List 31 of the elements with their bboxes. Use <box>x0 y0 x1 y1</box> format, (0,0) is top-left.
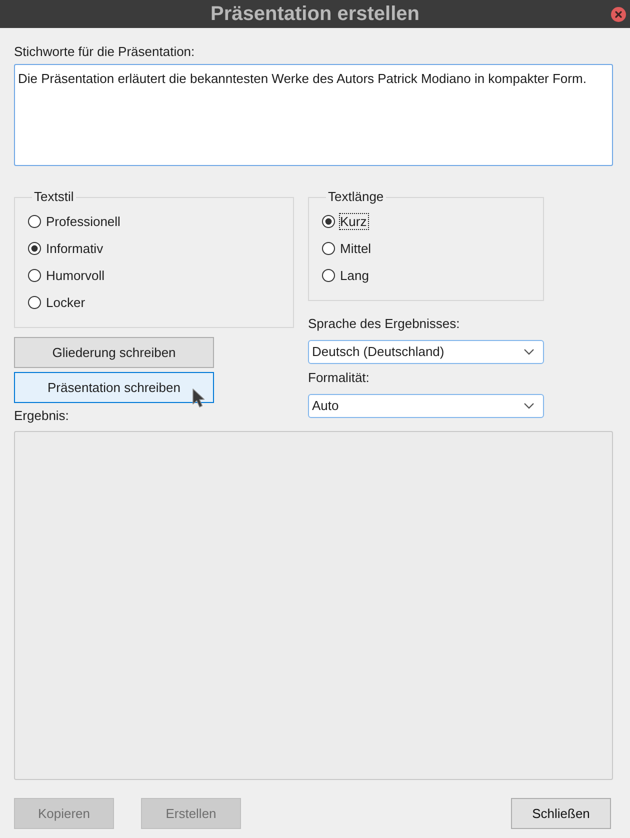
field-label: Stichworte für die Präsentation: <box>14 44 196 60</box>
close-icon[interactable] <box>611 6 626 22</box>
chevron-down-icon <box>524 349 534 355</box>
dropdown[interactable]: Auto <box>308 394 544 418</box>
field-label: Sprache des Ergebnisses: <box>308 316 460 332</box>
radio-button[interactable] <box>322 269 335 282</box>
radio-button[interactable] <box>28 269 41 282</box>
radio-button[interactable] <box>28 215 41 228</box>
option-label[interactable]: Professionell <box>45 213 122 230</box>
chevron-down-icon <box>524 403 534 409</box>
option-label[interactable]: Kurz <box>339 213 369 230</box>
field-label: Formalität: <box>308 370 370 386</box>
window-title: Präsentation erstellen <box>210 2 420 26</box>
radio-button[interactable] <box>322 242 335 255</box>
option-label[interactable]: Humorvoll <box>45 267 107 284</box>
option-label[interactable]: Mittel <box>339 240 374 257</box>
option-label[interactable]: Locker <box>45 294 88 311</box>
radio-button[interactable] <box>28 242 41 255</box>
dropdown[interactable]: Deutsch (Deutschland) <box>308 340 544 364</box>
group-title: Textlänge <box>327 189 385 205</box>
action-button[interactable]: Gliederung schreiben <box>14 337 214 368</box>
field-label: Ergebnis: <box>14 408 69 424</box>
action-button[interactable]: Präsentation schreiben <box>14 372 214 403</box>
text-area[interactable]: Die Präsentation erläutert die bekanntesten Werke des Autors Patrick Modiano in kompakter Form. <box>14 64 613 166</box>
footer-button[interactable]: Schließen <box>511 798 611 829</box>
option-label[interactable]: Informativ <box>45 240 106 257</box>
radio-button[interactable] <box>28 296 41 309</box>
radio-button[interactable] <box>322 215 335 228</box>
mouse-pointer-icon <box>192 388 205 408</box>
group-title: Textstil <box>33 189 75 205</box>
option-label[interactable]: Lang <box>339 267 371 284</box>
